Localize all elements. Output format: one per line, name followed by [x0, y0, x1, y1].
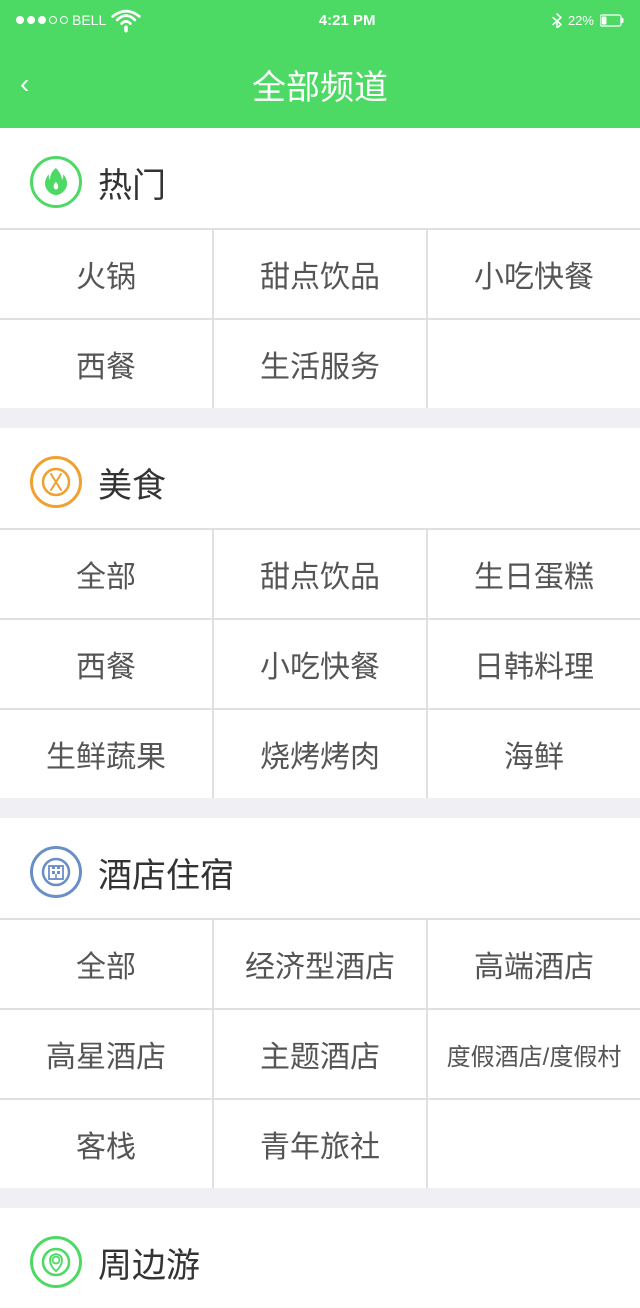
status-bar: BELL 4:21 PM 22%	[0, 0, 640, 40]
dot5	[60, 16, 68, 24]
grid-item[interactable]: 高端酒店	[428, 920, 640, 1008]
grid-item[interactable]: 客栈	[0, 1100, 212, 1188]
grid-item[interactable]: 甜点饮品	[214, 230, 426, 318]
grid-item[interactable]: 全部	[0, 920, 212, 1008]
grid-item[interactable]: 烧烤烤肉	[214, 710, 426, 798]
grid-item-empty	[428, 320, 640, 408]
bluetooth-icon	[552, 12, 562, 28]
travel-title: 周边游	[98, 1238, 200, 1287]
grid-item[interactable]: 小吃快餐	[214, 620, 426, 708]
grid-item[interactable]: 火锅	[0, 230, 212, 318]
section-hot-header: 热门	[0, 128, 640, 228]
grid-item[interactable]: 青年旅社	[214, 1100, 426, 1188]
food-grid: 全部 甜点饮品 生日蛋糕 西餐 小吃快餐 日韩料理 生鲜蔬果 烧烤烤肉 海鲜	[0, 528, 640, 798]
grid-item[interactable]: 日韩料理	[428, 620, 640, 708]
signal-dots	[16, 16, 68, 24]
hotel-icon	[30, 846, 82, 898]
wifi-icon	[110, 4, 142, 36]
section-hotel: 酒店住宿 全部 经济型酒店 高端酒店 高星酒店 主题酒店 度假酒店/度假村 客栈…	[0, 818, 640, 1188]
grid-item[interactable]: 小吃快餐	[428, 230, 640, 318]
dot4	[49, 16, 57, 24]
hot-grid: 火锅 甜点饮品 小吃快餐 西餐 生活服务	[0, 228, 640, 408]
grid-item[interactable]: 度假酒店/度假村	[428, 1010, 640, 1098]
grid-item[interactable]: 生鲜蔬果	[0, 710, 212, 798]
food-icon	[30, 456, 82, 508]
grid-item[interactable]: 主题酒店	[214, 1010, 426, 1098]
status-left: BELL	[16, 4, 142, 36]
hotel-grid: 全部 经济型酒店 高端酒店 高星酒店 主题酒店 度假酒店/度假村 客栈 青年旅社	[0, 918, 640, 1188]
flame-icon	[42, 166, 70, 198]
hotel-title: 酒店住宿	[98, 848, 234, 897]
section-hotel-header: 酒店住宿	[0, 818, 640, 918]
header: ‹ 全部频道	[0, 40, 640, 128]
section-food-header: 美食	[0, 428, 640, 528]
dot3	[38, 16, 46, 24]
building-icon	[41, 857, 71, 887]
grid-item[interactable]: 经济型酒店	[214, 920, 426, 1008]
battery-percent: 22%	[568, 13, 594, 28]
grid-item[interactable]: 全部	[0, 530, 212, 618]
carrier-label: BELL	[72, 12, 106, 28]
grid-item[interactable]: 西餐	[0, 320, 212, 408]
food-title: 美食	[98, 458, 166, 507]
map-icon	[41, 1247, 71, 1277]
back-button[interactable]: ‹	[20, 68, 29, 100]
hot-icon	[30, 156, 82, 208]
utensils-icon	[41, 467, 71, 497]
grid-item[interactable]: 西餐	[0, 620, 212, 708]
status-right: 22%	[552, 12, 624, 28]
grid-item[interactable]: 高星酒店	[0, 1010, 212, 1098]
grid-item[interactable]: 生日蛋糕	[428, 530, 640, 618]
grid-item[interactable]: 海鲜	[428, 710, 640, 798]
page-title: 全部频道	[252, 60, 388, 109]
content: 热门 火锅 甜点饮品 小吃快餐 西餐 生活服务 美食 全部 甜	[0, 128, 640, 1308]
section-food: 美食 全部 甜点饮品 生日蛋糕 西餐 小吃快餐 日韩料理 生鲜蔬果 烧烤烤肉 海…	[0, 428, 640, 798]
section-hot: 热门 火锅 甜点饮品 小吃快餐 西餐 生活服务	[0, 128, 640, 408]
grid-item[interactable]: 生活服务	[214, 320, 426, 408]
section-travel: 周边游	[0, 1208, 640, 1308]
hot-title: 热门	[98, 158, 166, 207]
battery-icon	[600, 14, 624, 27]
grid-item[interactable]: 甜点饮品	[214, 530, 426, 618]
section-travel-header: 周边游	[0, 1208, 640, 1308]
dot2	[27, 16, 35, 24]
dot1	[16, 16, 24, 24]
travel-icon	[30, 1236, 82, 1288]
grid-item-empty	[428, 1100, 640, 1188]
status-time: 4:21 PM	[319, 12, 376, 29]
